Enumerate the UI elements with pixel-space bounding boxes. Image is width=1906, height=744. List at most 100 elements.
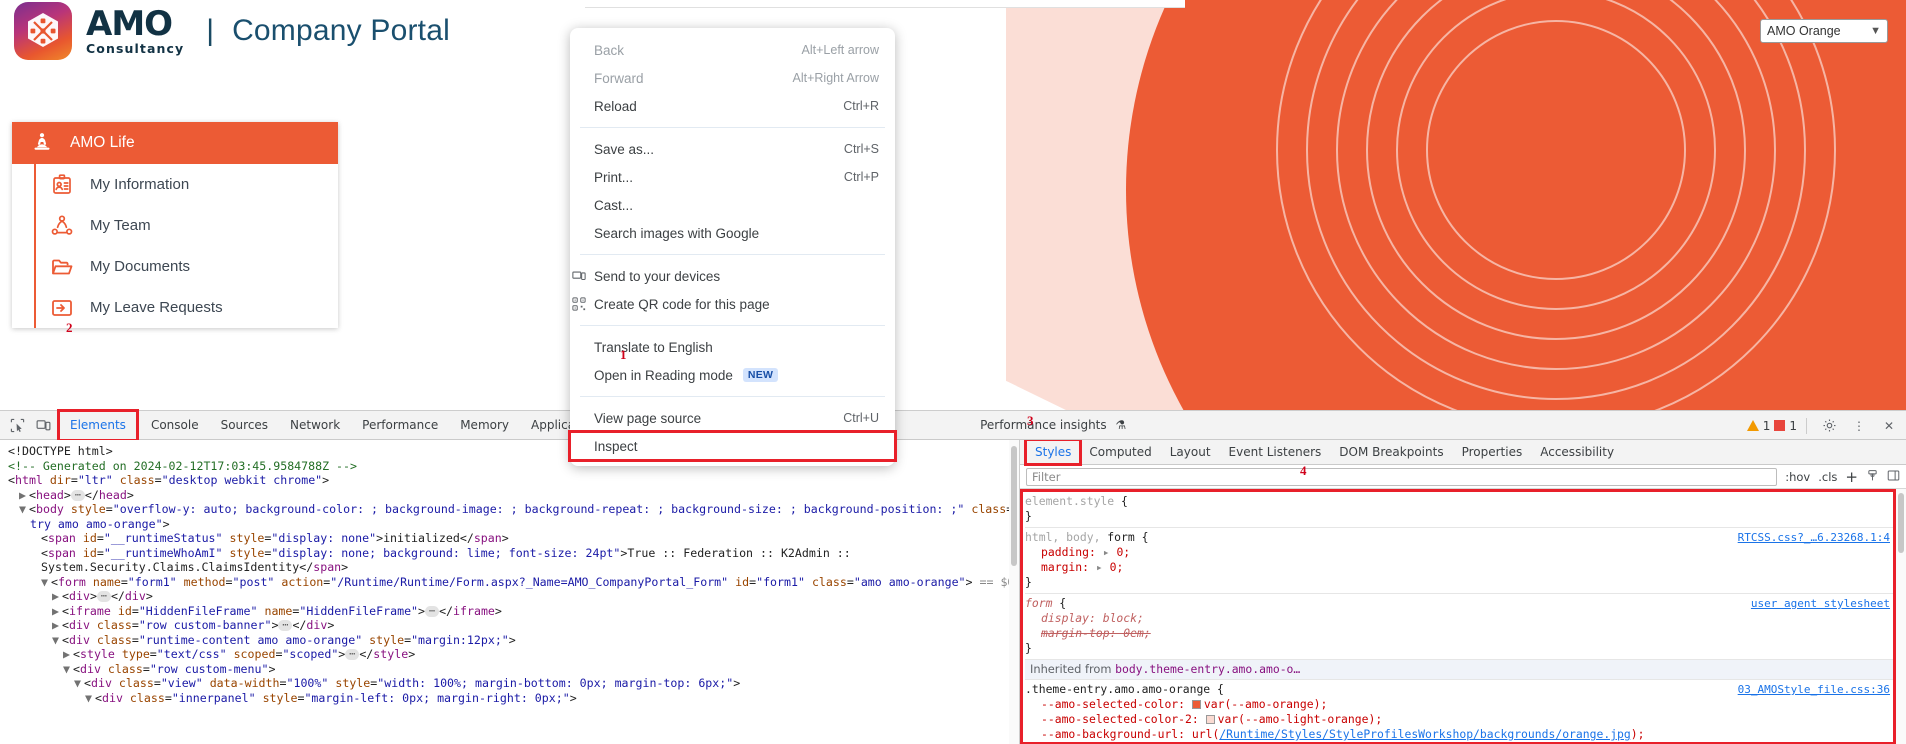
css-rule[interactable]: element.style {} [1025,492,1906,528]
context-menu-item-print[interactable]: Print... Ctrl+P [570,163,895,191]
css-declaration[interactable]: display: block; [1025,611,1906,626]
css-declaration[interactable]: --amo-background-url: url(/Runtime/Style… [1025,727,1906,742]
dom-tree-line[interactable]: ▼ <div class="row custom-menu"> [2,662,1019,677]
device-toolbar-icon[interactable] [30,413,56,437]
context-menu-item-save-as[interactable]: Save as... Ctrl+S [570,135,895,163]
kebab-menu-icon[interactable]: ⋮ [1846,414,1872,438]
devtools-panel: Elements Console Sources Network Perform… [0,408,1906,744]
devtools-tab-sources[interactable]: Sources [210,411,279,440]
dom-tree-pane[interactable]: <!DOCTYPE html> <!-- Generated on 2024-02… [0,440,1020,744]
dom-tree-line[interactable]: <html dir="ltr" class="desktop webkit ch… [2,473,1019,488]
context-menu-item-open-in-reading-mode[interactable]: Open in Reading mode NEW [570,361,895,389]
styles-tab-accessibility[interactable]: Accessibility [1531,440,1623,464]
context-menu-item-label: Back [594,42,625,58]
css-rule-close: } [1025,575,1032,589]
warning-count-badge[interactable]: 1 [1746,419,1770,433]
styles-pane: Styles Computed Layout Event Listeners D… [1020,440,1906,744]
context-menu-item-inspect[interactable]: Inspect [568,430,897,462]
context-menu-item-label: Reload [594,98,637,114]
css-declaration[interactable]: margin: ▸ 0; [1025,560,1906,575]
dom-tree-line[interactable]: System.Security.Claims.ClaimsIdentity</s… [2,560,1019,575]
css-source-link[interactable]: user agent stylesheet [1751,596,1890,611]
devtools-tab-performance-insights[interactable]: Performance insights ⚗ [969,411,1137,440]
dom-tree-line[interactable]: ▶ <style type="text/css" scoped="scoped">… [2,647,1019,662]
theme-select[interactable]: AMO Orange ▼ [1760,19,1888,43]
company-portal-page: AMO Consultancy | Company Portal AMO Ora… [0,0,1906,410]
dom-tree-line[interactable]: ▼ <div class="innerpanel" style="margin-l… [2,691,1019,706]
new-style-rule-button[interactable]: + [1845,468,1858,486]
css-declaration[interactable]: --amo-selected-color-2: var(--amo-light-… [1025,712,1906,727]
brand-bar: AMO Consultancy | Company Portal [0,0,450,62]
amo-logo-icon[interactable] [14,2,72,60]
sidebar-item-my-leave-requests[interactable]: My Leave Requests [36,287,338,328]
styles-tab-properties[interactable]: Properties [1453,440,1532,464]
context-menu-item-label: Open in Reading mode [594,367,733,383]
css-rule[interactable]: RTCSS.css?_…6.23268.1:4 html, body, form … [1025,528,1906,594]
devtools-tab-memory[interactable]: Memory [449,411,520,440]
css-declaration[interactable]: margin-top: 0em; [1025,626,1906,641]
dom-tree-line[interactable]: try amo amo-orange"> [2,517,1019,532]
styles-tab-event-listeners[interactable]: Event Listeners [1220,440,1331,464]
dom-tree-line[interactable]: ▶ <iframe id="HiddenFileFrame" name="Hidd… [2,604,1019,619]
color-swatch[interactable] [1191,700,1201,709]
context-menu-item-create-qr-code-for-this-page[interactable]: Create QR code for this page [570,290,895,318]
color-swatch[interactable] [1205,715,1215,724]
dom-tree-line[interactable]: <span id="__runtimeWhoAmI" style="displa… [2,546,1019,561]
css-rules-list[interactable]: element.style {} RTCSS.css?_…6.23268.1:4 h… [1020,489,1906,744]
gear-icon[interactable] [1816,414,1842,438]
styles-tab-dom-breakpoints[interactable]: DOM Breakpoints [1330,440,1452,464]
pen-icon[interactable] [1866,469,1879,485]
css-source-link[interactable]: 03_AMOStyle_file.css:36 [1738,682,1890,697]
sidebar-item-label: My Team [90,217,151,234]
context-menu-separator [580,325,885,326]
dom-tree-line[interactable]: ▼ <form name="form1" method="post" action… [2,575,1019,590]
dom-tree-line[interactable]: ▶ <div> ⋯ </div> [2,589,1019,604]
dom-tree-line[interactable]: ▶ <div class="row custom-banner"> ⋯ </div> [2,618,1019,633]
context-menu-item-reload[interactable]: Reload Ctrl+R [570,92,895,120]
styles-tab-styles[interactable]: Styles [1023,440,1083,466]
screenshot-root: AMO Consultancy | Company Portal AMO Ora… [0,0,1906,744]
styles-tabbar: Styles Computed Layout Event Listeners D… [1020,440,1906,466]
error-count-badge[interactable]: 1 [1774,419,1797,433]
sidebar-item-my-information[interactable]: My Information [36,164,338,205]
sidebar-item-amo-life[interactable]: AMO Life [12,122,338,164]
dom-tree-line[interactable]: <span id="__runtimeStatus" style="displa… [2,531,1019,546]
context-menu-item-view-page-source[interactable]: View page source Ctrl+U [570,404,895,432]
devtools-tab-elements[interactable]: Elements [57,408,139,442]
styles-tab-layout[interactable]: Layout [1161,440,1220,464]
devtools-tab-performance[interactable]: Performance [351,411,449,440]
context-menu-item-translate-to-english[interactable]: Translate to English [570,333,895,361]
cls-toggle[interactable]: .cls [1818,470,1837,484]
inspect-cursor-icon[interactable] [4,413,30,437]
css-rule-close: } [1025,509,1032,523]
dom-tree-line[interactable]: ▼ <div class="view" data-width="100%" sty… [2,676,1019,691]
styles-tab-computed[interactable]: Computed [1080,440,1160,464]
dom-tree-line[interactable]: ▶ <head> ⋯ </head> [2,488,1019,503]
css-source-link[interactable]: RTCSS.css?_…6.23268.1:4 [1738,530,1890,545]
dom-tree-line[interactable]: ▼ <div class="runtime-content amo amo-ora… [2,633,1019,648]
sidebar-toggle-icon[interactable] [1887,469,1900,485]
css-rule[interactable]: 03_AMOStyle_file.css:36 .theme-entry.amo.… [1025,680,1906,744]
leave-request-icon [52,299,72,316]
context-menu-item-send-to-your-devices[interactable]: Send to your devices [570,262,895,290]
context-menu-item-search-images-with-google[interactable]: Search images with Google [570,219,895,247]
css-rule[interactable]: user agent stylesheet form {display: bloc… [1025,594,1906,660]
styles-scrollbar[interactable] [1896,489,1906,744]
amo-life-menu-items: My Information My Team My Documents My L… [34,164,338,328]
context-menu-item-label: Translate to English [594,339,713,355]
dom-tree-line[interactable]: ▼ <body style="overflow-y: auto; backgrou… [2,502,1019,517]
context-menu-item-cast[interactable]: Cast... [570,191,895,219]
folder-open-icon [52,259,73,274]
sidebar-item-my-documents[interactable]: My Documents [36,246,338,287]
devtools-tab-network[interactable]: Network [279,411,351,440]
css-declaration[interactable]: padding: ▸ 0; [1025,545,1906,560]
browser-context-menu[interactable]: Back Alt+Left arrow Forward Alt+Right Arrow… [568,28,897,466]
styles-filter-input[interactable]: Filter [1026,467,1778,486]
dom-tree-scrollbar[interactable] [1009,440,1019,744]
hov-toggle[interactable]: :hov [1785,470,1810,484]
devtools-tab-console[interactable]: Console [140,411,210,440]
sidebar-item-my-team[interactable]: My Team [36,205,338,246]
css-declaration[interactable]: --amo-selected-color: var(--amo-orange); [1025,697,1906,712]
close-icon[interactable]: ✕ [1876,414,1902,438]
css-selector: element.style { [1025,494,1128,508]
